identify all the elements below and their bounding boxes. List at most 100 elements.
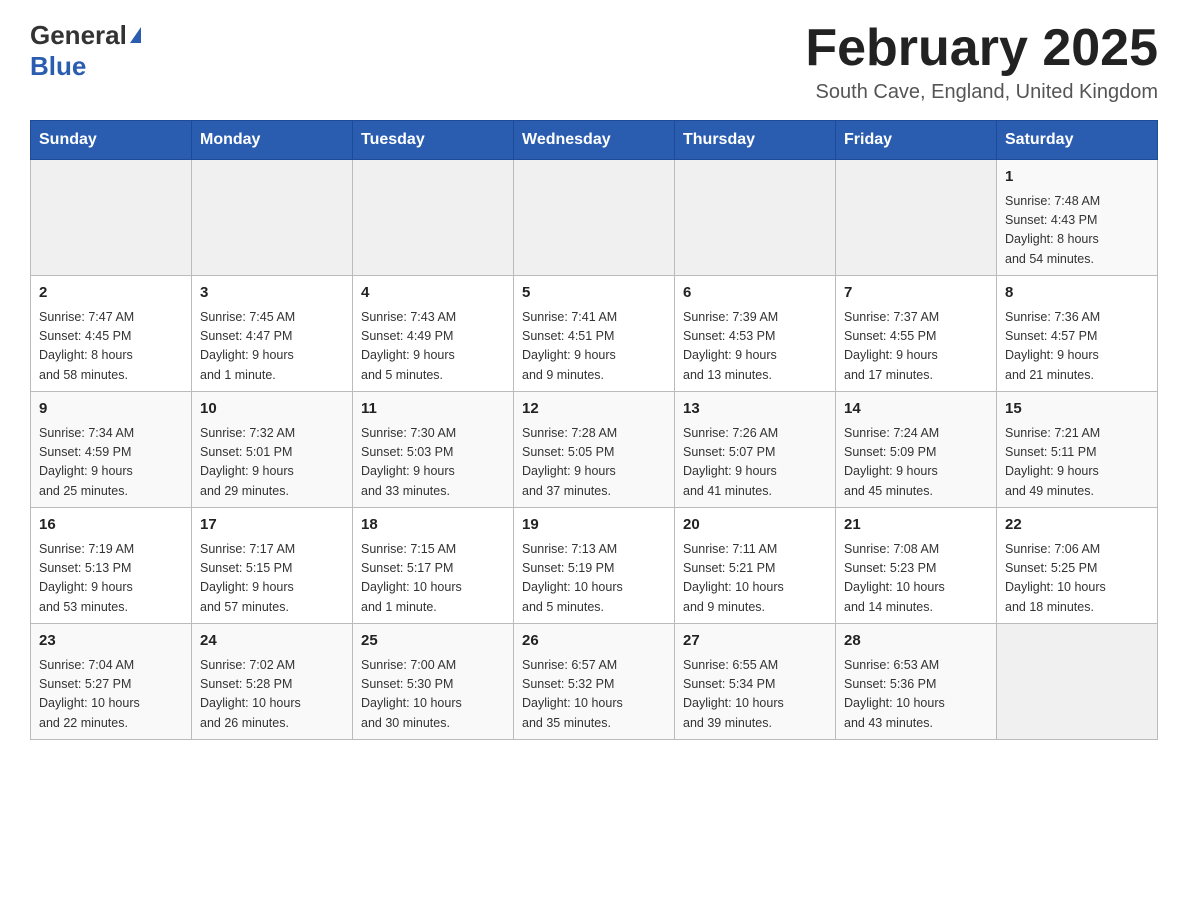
calendar-cell: 11 Sunrise: 7:30 AMSunset: 5:03 PMDayligh… [353, 392, 514, 508]
day-number: 9 [39, 398, 183, 421]
day-info: Sunrise: 7:28 AMSunset: 5:05 PMDaylight:… [522, 424, 666, 502]
day-info: Sunrise: 7:21 AMSunset: 5:11 PMDaylight:… [1005, 424, 1149, 502]
calendar-cell: 2 Sunrise: 7:47 AMSunset: 4:45 PMDaylight… [31, 276, 192, 392]
logo-triangle-icon [130, 27, 141, 43]
day-info: Sunrise: 7:24 AMSunset: 5:09 PMDaylight:… [844, 424, 988, 502]
calendar-cell: 10 Sunrise: 7:32 AMSunset: 5:01 PMDayligh… [192, 392, 353, 508]
calendar-cell [997, 624, 1158, 740]
calendar-cell [353, 160, 514, 276]
day-info: Sunrise: 7:08 AMSunset: 5:23 PMDaylight:… [844, 540, 988, 618]
calendar-cell: 3 Sunrise: 7:45 AMSunset: 4:47 PMDaylight… [192, 276, 353, 392]
day-info: Sunrise: 7:36 AMSunset: 4:57 PMDaylight:… [1005, 308, 1149, 386]
calendar-cell: 8 Sunrise: 7:36 AMSunset: 4:57 PMDaylight… [997, 276, 1158, 392]
calendar-week-row: 1 Sunrise: 7:48 AMSunset: 4:43 PMDaylight… [31, 160, 1158, 276]
weekday-header-friday: Friday [836, 121, 997, 160]
calendar-cell: 28 Sunrise: 6:53 AMSunset: 5:36 PMDayligh… [836, 624, 997, 740]
day-number: 5 [522, 282, 666, 305]
day-number: 6 [683, 282, 827, 305]
calendar-cell [514, 160, 675, 276]
day-info: Sunrise: 7:13 AMSunset: 5:19 PMDaylight:… [522, 540, 666, 618]
logo-general-line: General [30, 20, 141, 51]
day-number: 14 [844, 398, 988, 421]
day-info: Sunrise: 7:15 AMSunset: 5:17 PMDaylight:… [361, 540, 505, 618]
calendar-week-row: 16 Sunrise: 7:19 AMSunset: 5:13 PMDayligh… [31, 508, 1158, 624]
day-number: 12 [522, 398, 666, 421]
day-number: 2 [39, 282, 183, 305]
day-number: 8 [1005, 282, 1149, 305]
day-number: 3 [200, 282, 344, 305]
weekday-header-row: SundayMondayTuesdayWednesdayThursdayFrid… [31, 121, 1158, 160]
calendar-cell [31, 160, 192, 276]
day-info: Sunrise: 7:04 AMSunset: 5:27 PMDaylight:… [39, 656, 183, 734]
day-number: 25 [361, 630, 505, 653]
day-number: 15 [1005, 398, 1149, 421]
calendar-cell: 9 Sunrise: 7:34 AMSunset: 4:59 PMDaylight… [31, 392, 192, 508]
day-info: Sunrise: 7:48 AMSunset: 4:43 PMDaylight:… [1005, 192, 1149, 270]
logo-general-text: General [30, 20, 127, 51]
day-info: Sunrise: 6:53 AMSunset: 5:36 PMDaylight:… [844, 656, 988, 734]
day-info: Sunrise: 6:57 AMSunset: 5:32 PMDaylight:… [522, 656, 666, 734]
day-info: Sunrise: 7:34 AMSunset: 4:59 PMDaylight:… [39, 424, 183, 502]
calendar-cell: 26Sunrise: 6:57 AMSunset: 5:32 PMDayligh… [514, 624, 675, 740]
title-section: February 2025 South Cave, England, Unite… [805, 20, 1158, 104]
day-info: Sunrise: 7:26 AMSunset: 5:07 PMDaylight:… [683, 424, 827, 502]
calendar-cell: 20Sunrise: 7:11 AMSunset: 5:21 PMDayligh… [675, 508, 836, 624]
calendar-cell: 7 Sunrise: 7:37 AMSunset: 4:55 PMDaylight… [836, 276, 997, 392]
calendar-cell: 18 Sunrise: 7:15 AMSunset: 5:17 PMDayligh… [353, 508, 514, 624]
day-info: Sunrise: 7:30 AMSunset: 5:03 PMDaylight:… [361, 424, 505, 502]
calendar-cell: 4Sunrise: 7:43 AMSunset: 4:49 PMDaylight… [353, 276, 514, 392]
day-number: 24 [200, 630, 344, 653]
day-info: Sunrise: 7:02 AMSunset: 5:28 PMDaylight:… [200, 656, 344, 734]
weekday-header-monday: Monday [192, 121, 353, 160]
calendar-cell: 17 Sunrise: 7:17 AMSunset: 5:15 PMDayligh… [192, 508, 353, 624]
day-info: Sunrise: 7:37 AMSunset: 4:55 PMDaylight:… [844, 308, 988, 386]
calendar-cell: 19 Sunrise: 7:13 AMSunset: 5:19 PMDayligh… [514, 508, 675, 624]
calendar-cell: 6 Sunrise: 7:39 AMSunset: 4:53 PMDaylight… [675, 276, 836, 392]
day-number: 16 [39, 514, 183, 537]
day-number: 17 [200, 514, 344, 537]
calendar-cell: 25 Sunrise: 7:00 AMSunset: 5:30 PMDayligh… [353, 624, 514, 740]
day-info: Sunrise: 7:17 AMSunset: 5:15 PMDaylight:… [200, 540, 344, 618]
day-info: Sunrise: 7:47 AMSunset: 4:45 PMDaylight:… [39, 308, 183, 386]
calendar-cell [675, 160, 836, 276]
month-title: February 2025 [805, 20, 1158, 77]
calendar-cell: 13 Sunrise: 7:26 AMSunset: 5:07 PMDayligh… [675, 392, 836, 508]
day-number: 18 [361, 514, 505, 537]
day-number: 19 [522, 514, 666, 537]
day-info: Sunrise: 7:45 AMSunset: 4:47 PMDaylight:… [200, 308, 344, 386]
calendar-cell: 24 Sunrise: 7:02 AMSunset: 5:28 PMDayligh… [192, 624, 353, 740]
weekday-header-sunday: Sunday [31, 121, 192, 160]
day-info: Sunrise: 7:00 AMSunset: 5:30 PMDaylight:… [361, 656, 505, 734]
calendar-cell: 12 Sunrise: 7:28 AMSunset: 5:05 PMDayligh… [514, 392, 675, 508]
calendar-week-row: 23 Sunrise: 7:04 AMSunset: 5:27 PMDayligh… [31, 624, 1158, 740]
day-info: Sunrise: 7:11 AMSunset: 5:21 PMDaylight:… [683, 540, 827, 618]
weekday-header-wednesday: Wednesday [514, 121, 675, 160]
day-info: Sunrise: 7:06 AMSunset: 5:25 PMDaylight:… [1005, 540, 1149, 618]
day-number: 21 [844, 514, 988, 537]
weekday-header-tuesday: Tuesday [353, 121, 514, 160]
day-number: 1 [1005, 166, 1149, 189]
day-number: 13 [683, 398, 827, 421]
calendar-cell: 22Sunrise: 7:06 AMSunset: 5:25 PMDayligh… [997, 508, 1158, 624]
calendar-cell: 27 Sunrise: 6:55 AMSunset: 5:34 PMDayligh… [675, 624, 836, 740]
day-info: Sunrise: 7:19 AMSunset: 5:13 PMDaylight:… [39, 540, 183, 618]
day-info: Sunrise: 7:39 AMSunset: 4:53 PMDaylight:… [683, 308, 827, 386]
day-number: 7 [844, 282, 988, 305]
calendar-cell: 16 Sunrise: 7:19 AMSunset: 5:13 PMDayligh… [31, 508, 192, 624]
calendar-cell: 23 Sunrise: 7:04 AMSunset: 5:27 PMDayligh… [31, 624, 192, 740]
calendar-week-row: 2 Sunrise: 7:47 AMSunset: 4:45 PMDaylight… [31, 276, 1158, 392]
day-number: 4 [361, 282, 505, 305]
calendar-cell [192, 160, 353, 276]
day-number: 28 [844, 630, 988, 653]
day-info: Sunrise: 6:55 AMSunset: 5:34 PMDaylight:… [683, 656, 827, 734]
day-number: 11 [361, 398, 505, 421]
calendar-cell: 1 Sunrise: 7:48 AMSunset: 4:43 PMDaylight… [997, 160, 1158, 276]
calendar-cell: 21 Sunrise: 7:08 AMSunset: 5:23 PMDayligh… [836, 508, 997, 624]
day-number: 27 [683, 630, 827, 653]
day-number: 23 [39, 630, 183, 653]
day-info: Sunrise: 7:32 AMSunset: 5:01 PMDaylight:… [200, 424, 344, 502]
location-text: South Cave, England, United Kingdom [805, 81, 1158, 104]
day-number: 10 [200, 398, 344, 421]
calendar-week-row: 9 Sunrise: 7:34 AMSunset: 4:59 PMDaylight… [31, 392, 1158, 508]
logo: General Blue [30, 20, 141, 82]
